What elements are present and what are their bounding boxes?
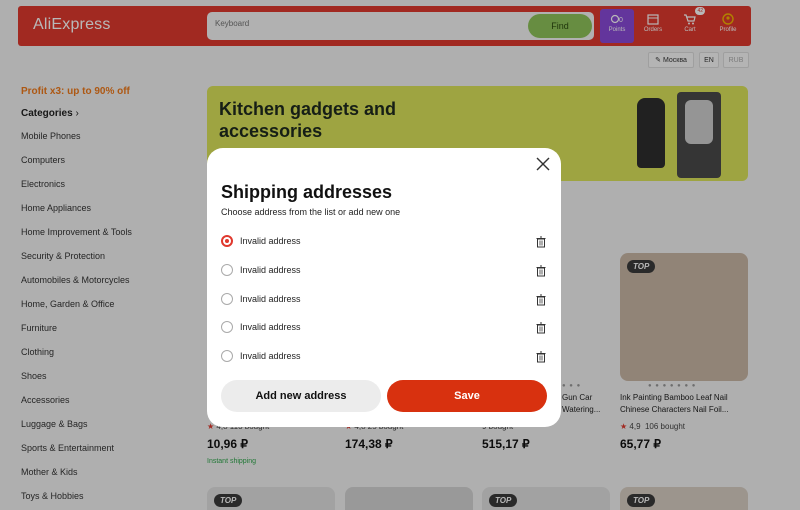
- address-radio[interactable]: [221, 350, 233, 362]
- address-option[interactable]: Invalid address: [221, 318, 547, 338]
- address-option[interactable]: Invalid address: [221, 232, 547, 252]
- trash-icon[interactable]: [535, 293, 547, 306]
- trash-icon[interactable]: [535, 321, 547, 334]
- dialog-title: Shipping addresses: [221, 182, 393, 202]
- add-new-address-button[interactable]: Add new address: [221, 380, 381, 412]
- shipping-addresses-dialog: Shipping addresses Choose address from t…: [207, 148, 561, 427]
- dialog-subtitle: Choose address from the list or add new …: [221, 207, 401, 217]
- address-radio[interactable]: [221, 264, 233, 276]
- save-button[interactable]: Save: [387, 380, 547, 412]
- trash-icon[interactable]: [535, 350, 547, 363]
- address-label: Invalid address: [240, 322, 301, 332]
- address-label: Invalid address: [240, 236, 301, 246]
- trash-icon[interactable]: [535, 264, 547, 277]
- address-label: Invalid address: [240, 294, 301, 304]
- close-button[interactable]: [533, 154, 553, 174]
- address-option[interactable]: Invalid address: [221, 261, 547, 281]
- address-radio[interactable]: [221, 293, 233, 305]
- address-option[interactable]: Invalid address: [221, 347, 547, 367]
- address-label: Invalid address: [240, 351, 301, 361]
- address-radio[interactable]: [221, 235, 233, 247]
- address-option[interactable]: Invalid address: [221, 290, 547, 310]
- trash-icon[interactable]: [535, 235, 547, 248]
- address-label: Invalid address: [240, 265, 301, 275]
- address-radio[interactable]: [221, 321, 233, 333]
- close-icon: [536, 157, 550, 171]
